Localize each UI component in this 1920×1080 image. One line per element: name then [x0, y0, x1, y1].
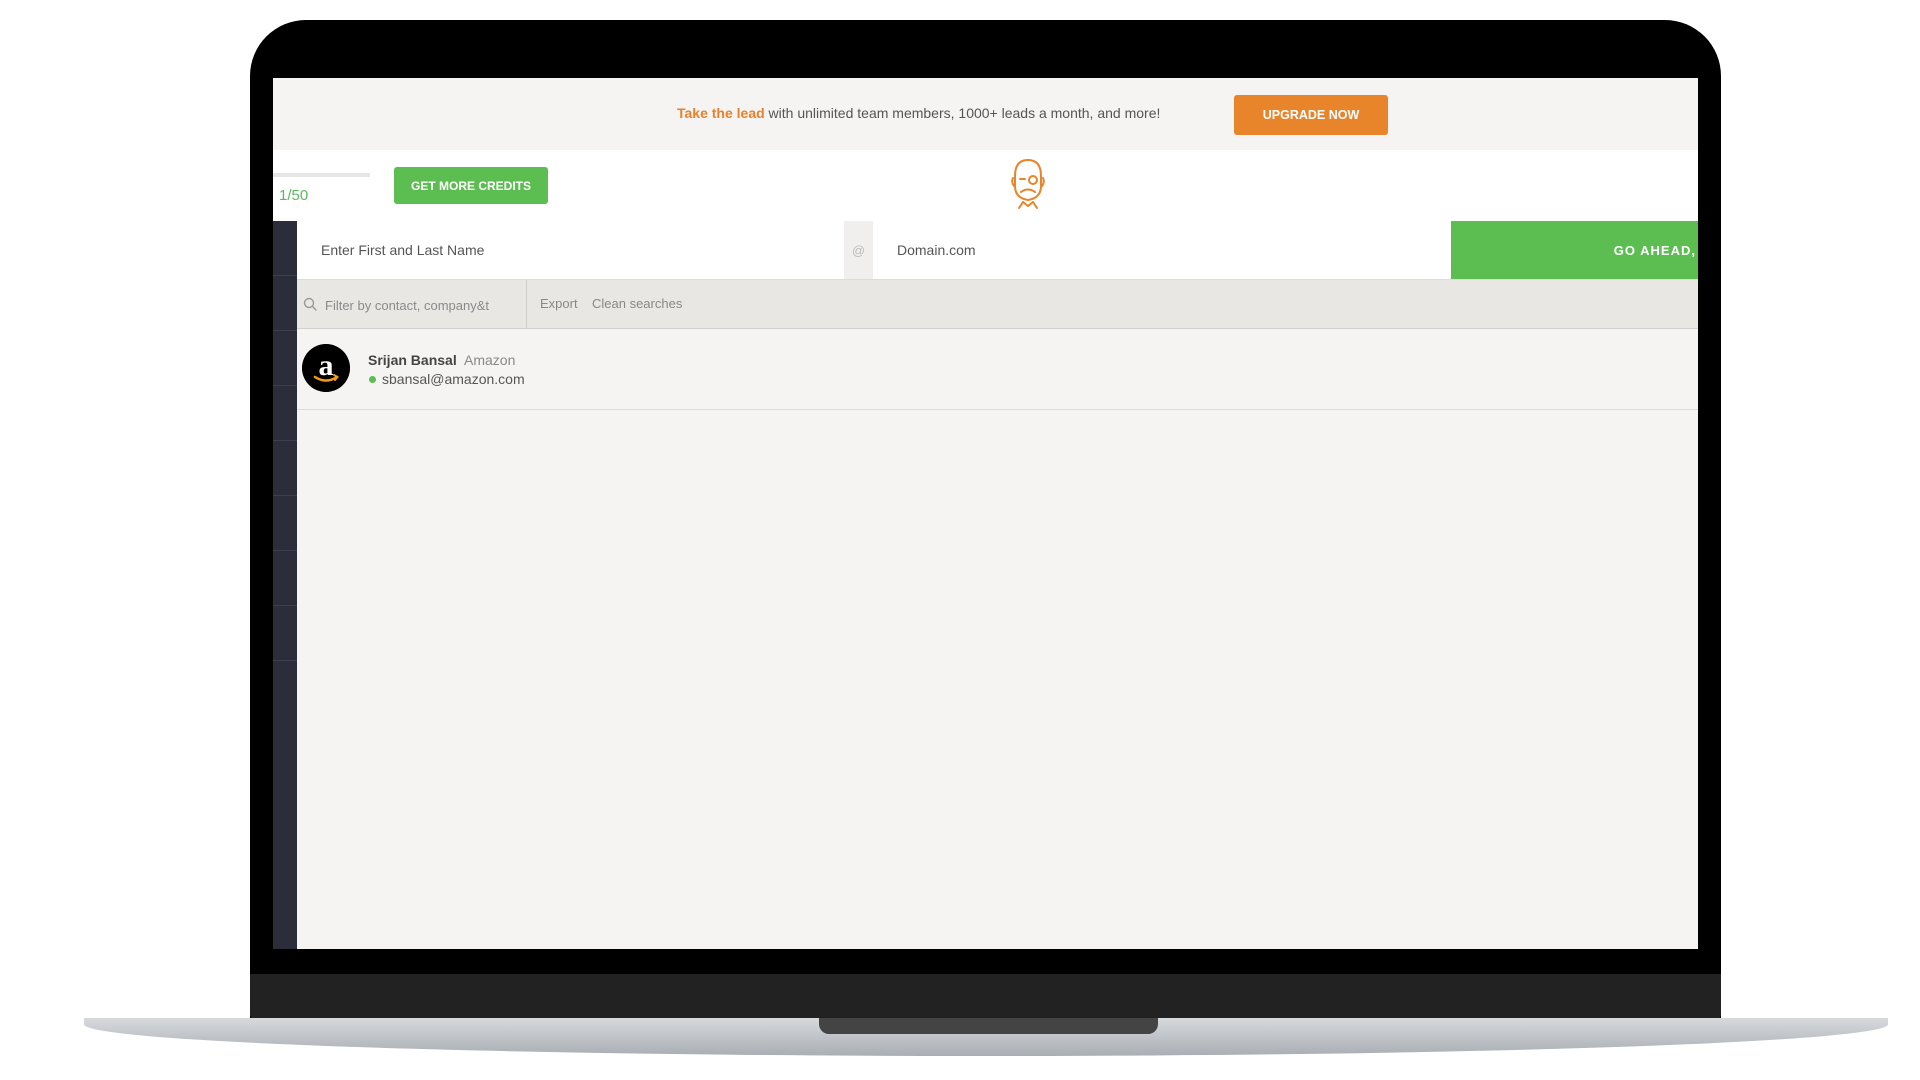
top-bar: 1/50 GET MORE CREDITS	[273, 150, 1698, 222]
upgrade-now-button[interactable]: UPGRADE NOW	[1234, 95, 1388, 135]
amazon-logo-icon: a	[302, 344, 350, 392]
laptop-chin	[250, 974, 1721, 1020]
contact-name: Srijan Bansal	[368, 352, 457, 368]
credits-progress-bar	[273, 173, 370, 177]
contact-email[interactable]: sbansal@amazon.com	[382, 371, 525, 387]
laptop-notch	[819, 1018, 1158, 1034]
export-link[interactable]: Export	[540, 296, 578, 311]
go-ahead-label: GO AHEAD,	[1613, 242, 1696, 258]
filter-toolbar: Export Clean searches	[297, 280, 1698, 330]
upgrade-banner: Take the lead with unlimited team member…	[273, 78, 1698, 150]
name-input[interactable]	[297, 221, 844, 279]
mascot-face-icon[interactable]	[1005, 156, 1051, 212]
email-status-dot	[369, 376, 376, 383]
contact-company: Amazon	[464, 352, 516, 368]
sidebar-item[interactable]	[273, 276, 297, 331]
domain-input[interactable]	[873, 221, 1451, 279]
filter-input[interactable]	[323, 280, 527, 330]
sidebar-item[interactable]	[273, 386, 297, 441]
credits-progress-fill	[273, 173, 275, 177]
list-item[interactable]: a Srijan Bansal Amazon sbansal@amazon.co…	[297, 329, 1698, 410]
credits-count: 1/50	[279, 187, 309, 204]
sidebar-item[interactable]	[273, 221, 297, 276]
sidebar-item[interactable]	[273, 551, 297, 606]
banner-message: Take the lead with unlimited team member…	[677, 105, 1160, 121]
sidebar-item[interactable]	[273, 606, 297, 661]
filter-box	[297, 280, 527, 330]
search-icon	[303, 297, 317, 311]
search-row: @ GO AHEAD,	[297, 221, 1698, 280]
banner-lead-text: Take the lead	[677, 105, 765, 121]
sidebar-item[interactable]	[273, 441, 297, 496]
app-screen: Take the lead with unlimited team member…	[273, 78, 1698, 949]
go-ahead-button[interactable]: GO AHEAD,	[1451, 221, 1698, 279]
sidebar-item[interactable]	[273, 331, 297, 386]
clean-searches-link[interactable]: Clean searches	[592, 296, 682, 311]
at-separator: @	[844, 221, 873, 279]
banner-rest-text: with unlimited team members, 1000+ leads…	[764, 105, 1161, 121]
sidebar	[273, 221, 297, 949]
get-more-credits-button[interactable]: GET MORE CREDITS	[394, 167, 548, 204]
svg-text:a: a	[319, 349, 334, 382]
sidebar-item[interactable]	[273, 496, 297, 551]
